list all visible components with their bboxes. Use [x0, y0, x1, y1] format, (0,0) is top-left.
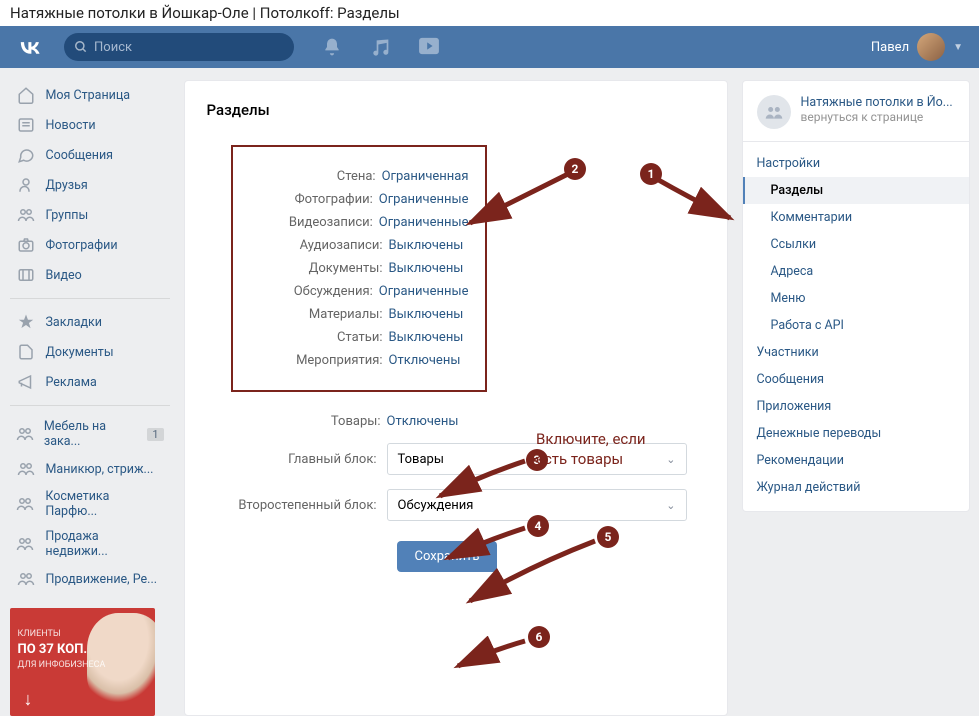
page-title: Разделы: [207, 101, 705, 119]
rnav-api[interactable]: Работа с API: [743, 312, 969, 339]
group-name: Натяжные потолки в Йо...: [801, 95, 953, 110]
setting-label: Товары:: [231, 414, 387, 429]
setting-value-goods[interactable]: Отключены: [387, 414, 459, 429]
nav-news[interactable]: Новости: [10, 110, 170, 140]
setting-value[interactable]: Выключены: [389, 330, 464, 345]
separator: [10, 405, 170, 406]
nav-messages[interactable]: Сообщения: [10, 140, 170, 170]
count-badge: 1: [147, 428, 163, 441]
rnav-comments[interactable]: Комментарии: [743, 204, 969, 231]
nav-photos[interactable]: Фотографии: [10, 230, 170, 260]
groups-icon: [16, 569, 36, 589]
select-label: Главный блок:: [231, 452, 387, 467]
top-bar: Павел ▼: [0, 26, 979, 68]
rnav-sections[interactable]: Разделы: [743, 177, 969, 204]
groups-icon: [16, 494, 36, 514]
chevron-down-icon: ▼: [953, 42, 963, 53]
secondary-block-select[interactable]: Обсуждения⌄: [387, 489, 687, 521]
rnav-transfers[interactable]: Денежные переводы: [743, 420, 969, 447]
right-column: Натяжные потолки в Йо... вернуться к стр…: [742, 80, 970, 716]
home-icon: [16, 85, 36, 105]
setting-label: Стена:: [239, 169, 382, 184]
rnav-recommendations[interactable]: Рекомендации: [743, 447, 969, 474]
user-menu[interactable]: Павел ▼: [871, 33, 963, 61]
rnav-messages[interactable]: Сообщения: [743, 366, 969, 393]
nav-my-page[interactable]: Моя Страница: [10, 80, 170, 110]
nav-bookmarks[interactable]: Закладки: [10, 307, 170, 337]
music-icon[interactable]: [370, 37, 390, 57]
main-panel: Разделы Стена:Ограниченная Фотографии:Ог…: [184, 80, 728, 716]
nav-group-link[interactable]: Продвижение, Ре...: [10, 564, 170, 594]
setting-label: Статьи:: [239, 330, 389, 345]
save-button[interactable]: Сохранить: [397, 541, 498, 572]
setting-value[interactable]: Ограниченные: [379, 192, 469, 207]
group-header[interactable]: Натяжные потолки в Йо... вернуться к стр…: [743, 95, 969, 142]
news-icon: [16, 115, 36, 135]
rnav-log[interactable]: Журнал действий: [743, 474, 969, 501]
select-label: Второстепенный блок:: [231, 498, 387, 513]
chevron-down-icon: ⌄: [666, 453, 675, 466]
rnav-settings[interactable]: Настройки: [743, 150, 969, 177]
chevron-down-icon: ⌄: [666, 499, 675, 512]
setting-label: Обсуждения:: [239, 284, 379, 299]
search-input[interactable]: [94, 40, 284, 55]
settings-highlight-box: Стена:Ограниченная Фотографии:Ограниченн…: [231, 145, 487, 392]
setting-label: Аудиозаписи:: [239, 238, 389, 253]
nav-group-link[interactable]: Маникюр, стриж...: [10, 454, 170, 484]
search-box[interactable]: [64, 33, 294, 61]
rnav-members[interactable]: Участники: [743, 339, 969, 366]
setting-label: Документы:: [239, 261, 389, 276]
setting-value[interactable]: Выключены: [389, 238, 464, 253]
setting-label: Фотографии:: [239, 192, 379, 207]
nav-friends[interactable]: Друзья: [10, 170, 170, 200]
browser-tab-title: Натяжные потолки в Йошкар-Оле | Потолкоf…: [0, 0, 979, 26]
left-nav: Моя Страница Новости Сообщения Друзья Гр…: [10, 80, 170, 716]
camera-icon: [16, 235, 36, 255]
search-icon: [74, 40, 88, 54]
user-name: Павел: [871, 40, 909, 55]
nav-group-link[interactable]: Продажа недвижи...: [10, 524, 170, 564]
megaphone-icon: [16, 372, 36, 392]
messages-icon: [16, 145, 36, 165]
setting-value[interactable]: Ограниченные: [379, 284, 469, 299]
avatar: [917, 33, 945, 61]
setting-value[interactable]: Отключены: [389, 353, 461, 368]
groups-icon: [16, 459, 36, 479]
setting-value[interactable]: Выключены: [389, 261, 464, 276]
group-avatar-icon: [757, 95, 791, 129]
nav-video[interactable]: Видео: [10, 260, 170, 290]
promo-banner[interactable]: КЛИЕНТЫ ПО 37 КОП. ДЛЯ ИНФОБИЗНЕСА ↓: [10, 608, 155, 716]
groups-icon: [16, 205, 36, 225]
setting-label: Материалы:: [239, 307, 389, 322]
setting-value[interactable]: Выключены: [389, 307, 464, 322]
rnav-menu[interactable]: Меню: [743, 285, 969, 312]
nav-groups[interactable]: Группы: [10, 200, 170, 230]
main-block-select[interactable]: Товары⌄: [387, 443, 687, 475]
rnav-links[interactable]: Ссылки: [743, 231, 969, 258]
separator: [10, 298, 170, 299]
groups-icon: [16, 534, 36, 554]
vk-logo-icon[interactable]: [16, 33, 44, 61]
groups-icon: [16, 424, 34, 444]
video-play-icon[interactable]: [418, 37, 440, 55]
setting-value[interactable]: Ограниченные: [379, 215, 469, 230]
setting-value[interactable]: Ограниченная: [382, 169, 469, 184]
friends-icon: [16, 175, 36, 195]
nav-documents[interactable]: Документы: [10, 337, 170, 367]
document-icon: [16, 342, 36, 362]
back-link[interactable]: вернуться к странице: [801, 110, 953, 124]
star-icon: [16, 312, 36, 332]
nav-group-link[interactable]: Мебель на зака...1: [10, 414, 170, 454]
setting-label: Видеозаписи:: [239, 215, 379, 230]
rnav-apps[interactable]: Приложения: [743, 393, 969, 420]
video-icon: [16, 265, 36, 285]
nav-group-link[interactable]: Косметика Парфю...: [10, 484, 170, 524]
setting-label: Мероприятия:: [239, 353, 389, 368]
arrow-down-icon: ↓: [24, 689, 33, 710]
nav-ads[interactable]: Реклама: [10, 367, 170, 397]
rnav-addresses[interactable]: Адреса: [743, 258, 969, 285]
notifications-icon[interactable]: [322, 37, 342, 57]
